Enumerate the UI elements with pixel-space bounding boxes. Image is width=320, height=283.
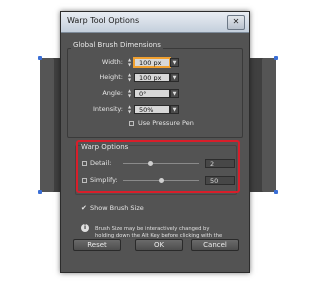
intensity-dropdown-arrow-icon[interactable]: ▼ bbox=[170, 105, 179, 114]
intensity-spinner-arrows-icon[interactable]: ▲ ▼ bbox=[127, 104, 132, 114]
intensity-label: Intensity: bbox=[92, 105, 123, 113]
width-dropdown-arrow-icon[interactable]: ▼ bbox=[170, 58, 179, 67]
ok-button[interactable]: OK bbox=[135, 239, 183, 251]
angle-spinner-arrows-icon[interactable]: ▲ ▼ bbox=[127, 88, 132, 98]
warp-options-highlight bbox=[76, 140, 240, 193]
close-icon: ✕ bbox=[232, 17, 240, 26]
dialog-titlebar[interactable]: Warp Tool Options ✕ bbox=[61, 12, 249, 33]
anchor-point bbox=[274, 56, 278, 60]
dialog-title: Warp Tool Options bbox=[67, 16, 140, 25]
reset-button[interactable]: Reset bbox=[73, 239, 121, 251]
angle-dropdown-arrow-icon[interactable]: ▼ bbox=[170, 89, 179, 98]
group-title-global-brush: Global Brush Dimensions bbox=[71, 41, 163, 49]
artwork-edge-right bbox=[262, 58, 276, 192]
width-input[interactable]: 100 px bbox=[134, 58, 170, 67]
anchor-point bbox=[38, 190, 42, 194]
height-dropdown-arrow-icon[interactable]: ▼ bbox=[170, 73, 179, 82]
show-brush-size-label: Show Brush Size bbox=[90, 204, 144, 212]
height-spinner-arrows-icon[interactable]: ▲ ▼ bbox=[127, 72, 132, 82]
height-label: Height: bbox=[99, 73, 123, 81]
artwork-edge-left bbox=[40, 58, 54, 192]
close-button[interactable]: ✕ bbox=[227, 15, 245, 30]
use-pressure-pen-checkbox[interactable] bbox=[129, 121, 134, 126]
height-input[interactable]: 100 px bbox=[134, 73, 170, 82]
anchor-point bbox=[274, 190, 278, 194]
intensity-input[interactable]: 50% bbox=[134, 105, 170, 114]
show-brush-size-check-icon[interactable]: ✔ bbox=[81, 204, 87, 212]
width-label: Width: bbox=[101, 58, 123, 66]
anchor-point bbox=[38, 56, 42, 60]
info-icon: i bbox=[81, 224, 89, 232]
width-spinner-arrows-icon[interactable]: ▲ ▼ bbox=[127, 57, 132, 67]
angle-input[interactable]: 0° bbox=[134, 89, 170, 98]
angle-label: Angle: bbox=[102, 89, 123, 97]
use-pressure-pen-label: Use Pressure Pen bbox=[138, 119, 194, 127]
cancel-button[interactable]: Cancel bbox=[191, 239, 239, 251]
